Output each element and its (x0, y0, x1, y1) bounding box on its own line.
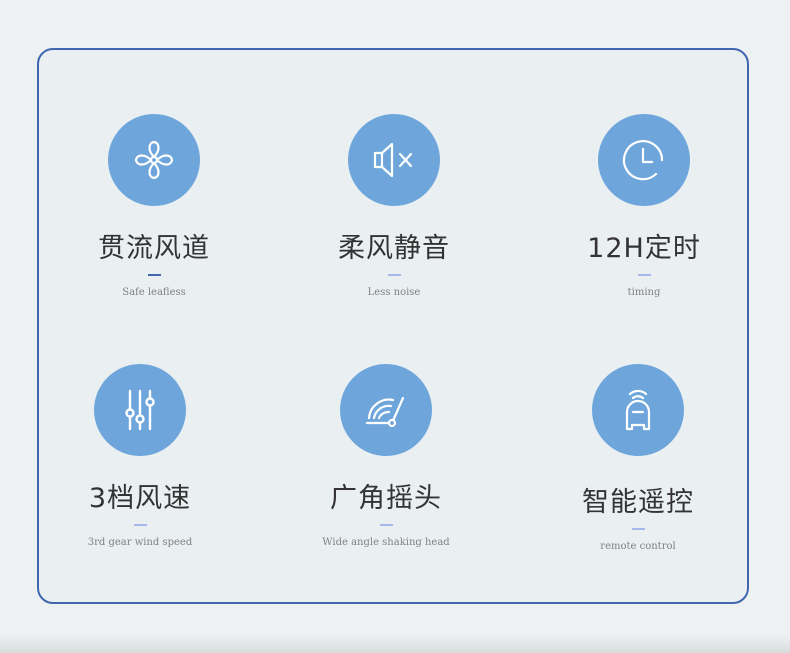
fan-icon (108, 114, 200, 206)
feature-title: 智能遥控 (582, 487, 694, 518)
remote-control-icon (592, 364, 684, 456)
feature-remote: 智能遥控 remote control (523, 364, 753, 552)
title-dash (631, 528, 645, 530)
feature-timer: 12H定时 timing (529, 114, 759, 298)
feature-title: 12H定时 (587, 233, 701, 264)
title-dash (133, 524, 147, 526)
feature-title: 3档风速 (88, 483, 192, 514)
oscillation-icon (340, 364, 432, 456)
sliders-icon (94, 364, 186, 456)
bottom-shadow (0, 635, 790, 653)
clock-icon (598, 114, 690, 206)
feature-subtitle: Wide angle shaking head (322, 537, 450, 548)
feature-quiet: 柔风静音 Less noise (279, 114, 509, 298)
mute-speaker-icon (348, 114, 440, 206)
feature-subtitle: Safe leafless (122, 287, 186, 298)
feature-fan-channel: 贯流风道 Safe leafless (39, 114, 269, 298)
features-panel: 贯流风道 Safe leafless 柔风静音 Less noise 12H定时… (37, 48, 749, 604)
feature-title: 贯流风道 (98, 233, 210, 264)
title-dash (637, 274, 651, 276)
title-dash (379, 524, 393, 526)
title-dash (147, 274, 161, 276)
feature-subtitle: remote control (600, 541, 676, 552)
feature-title: 广角摇头 (330, 483, 442, 514)
feature-title: 柔风静音 (338, 233, 450, 264)
feature-wind-speed: 3档风速 3rd gear wind speed (25, 364, 255, 548)
feature-subtitle: timing (627, 287, 661, 298)
title-dash (387, 274, 401, 276)
feature-oscillation: 广角摇头 Wide angle shaking head (271, 364, 501, 548)
feature-subtitle: 3rd gear wind speed (87, 537, 193, 548)
feature-subtitle: Less noise (367, 287, 421, 298)
